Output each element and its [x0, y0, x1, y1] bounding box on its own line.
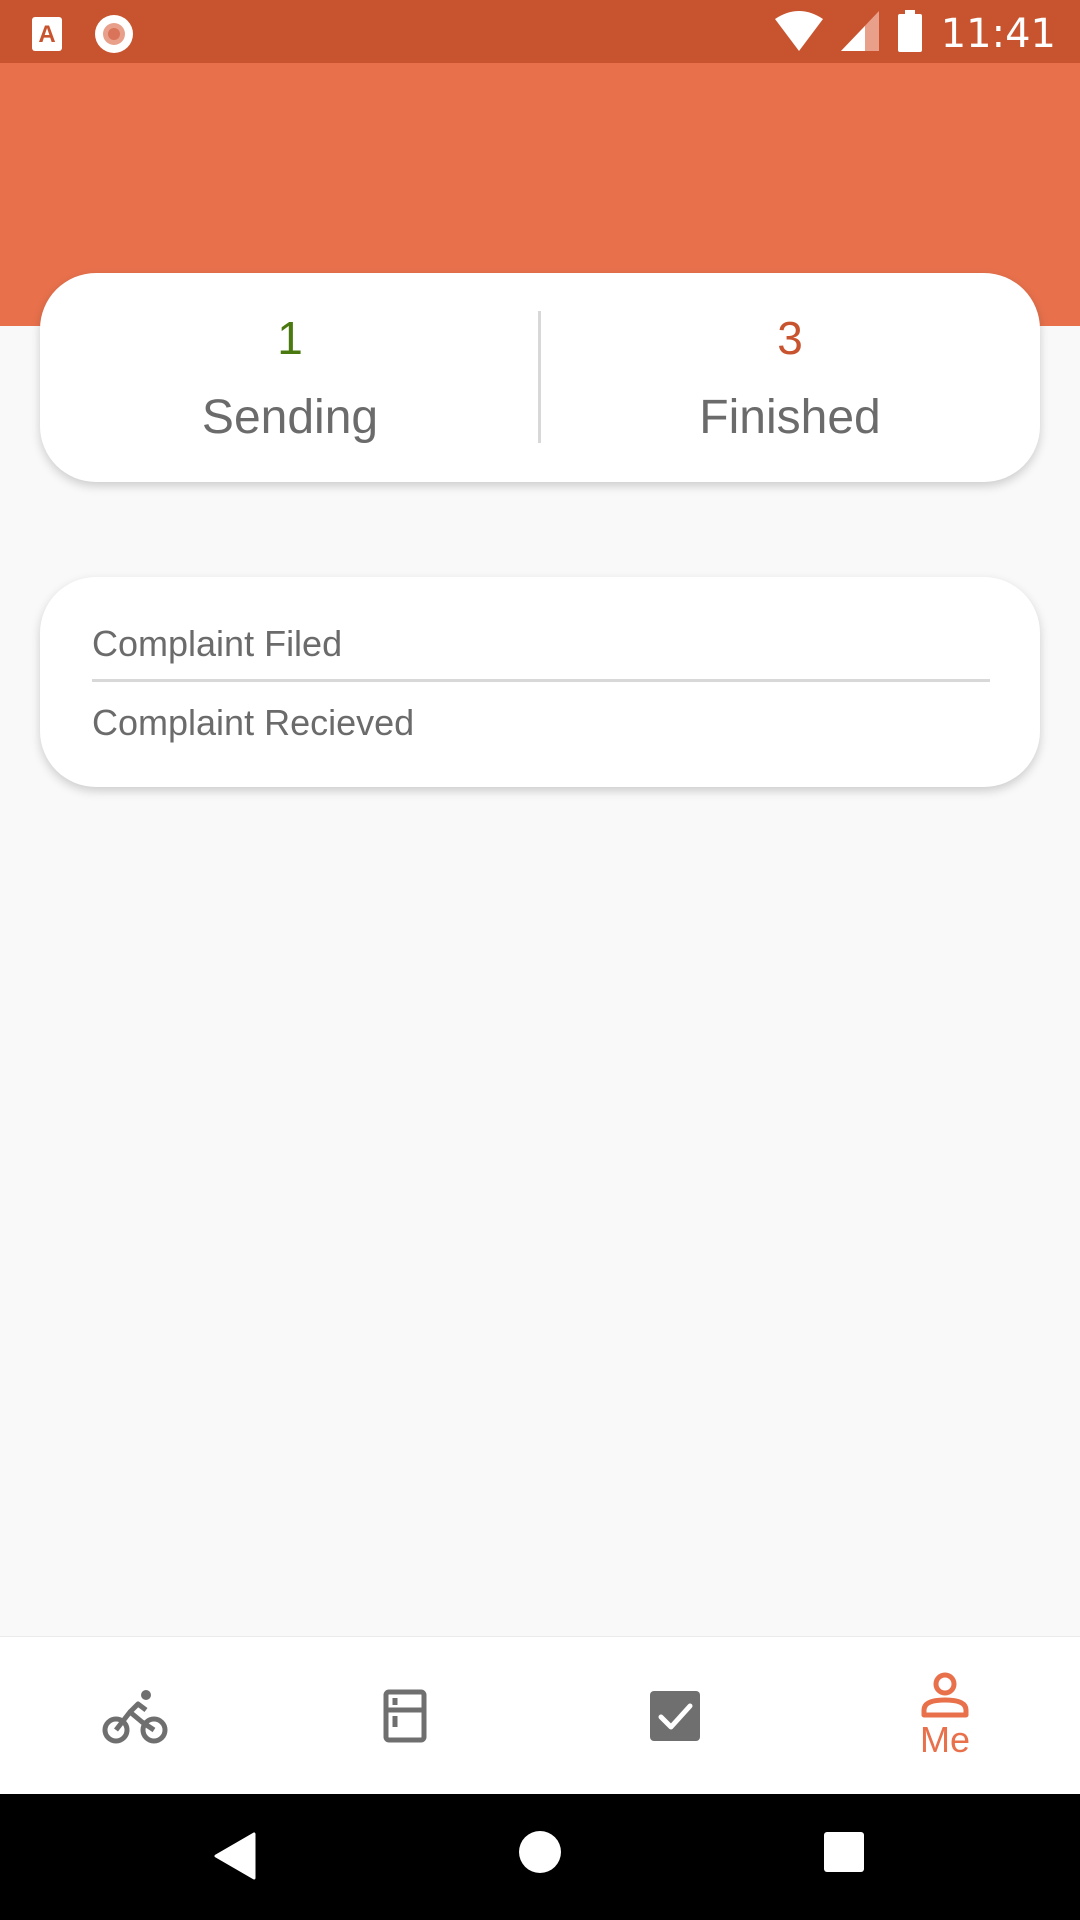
nav-item-tasks[interactable]	[540, 1637, 810, 1795]
complaint-filed-item[interactable]: Complaint Filed	[92, 624, 342, 664]
wifi-icon	[774, 11, 823, 56]
fridge-icon	[383, 1689, 427, 1743]
finished-label: Finished	[699, 391, 881, 444]
summary-card: 1 Sending 3 Finished	[40, 273, 1040, 482]
back-icon[interactable]	[214, 1832, 256, 1885]
nav-item-rides[interactable]	[0, 1637, 270, 1795]
clock: 11:41	[940, 10, 1056, 57]
finished-stat[interactable]: 3 Finished	[540, 273, 1040, 482]
battery-icon	[897, 10, 923, 57]
signal-icon	[840, 11, 879, 56]
nav-item-me[interactable]: Me	[810, 1637, 1080, 1795]
complaints-card: Complaint Filed Complaint Recieved	[40, 577, 1040, 787]
nav-label-me: Me	[919, 1719, 970, 1760]
record-icon	[94, 14, 134, 59]
notification-icons: A	[32, 14, 134, 59]
nav-item-fridge[interactable]	[270, 1637, 540, 1795]
complaint-received-item[interactable]: Complaint Recieved	[92, 703, 414, 743]
list-divider	[92, 679, 990, 682]
person-icon	[921, 1672, 969, 1718]
sending-stat[interactable]: 1 Sending	[40, 273, 540, 482]
home-icon[interactable]	[518, 1830, 562, 1879]
status-bar: A 11:41	[0, 0, 1080, 63]
sending-count: 1	[277, 312, 303, 364]
finished-count: 3	[777, 312, 803, 364]
recents-icon[interactable]	[824, 1832, 864, 1877]
bike-icon	[102, 1688, 168, 1744]
system-status-icons: 11:41	[774, 10, 1056, 57]
bottom-navigation: Me	[0, 1636, 1080, 1794]
app-a-icon: A	[32, 17, 62, 56]
checkbox-icon	[650, 1691, 700, 1741]
system-navigation-bar	[0, 1794, 1080, 1920]
svg-text:A: A	[38, 21, 55, 48]
sending-label: Sending	[201, 391, 379, 444]
